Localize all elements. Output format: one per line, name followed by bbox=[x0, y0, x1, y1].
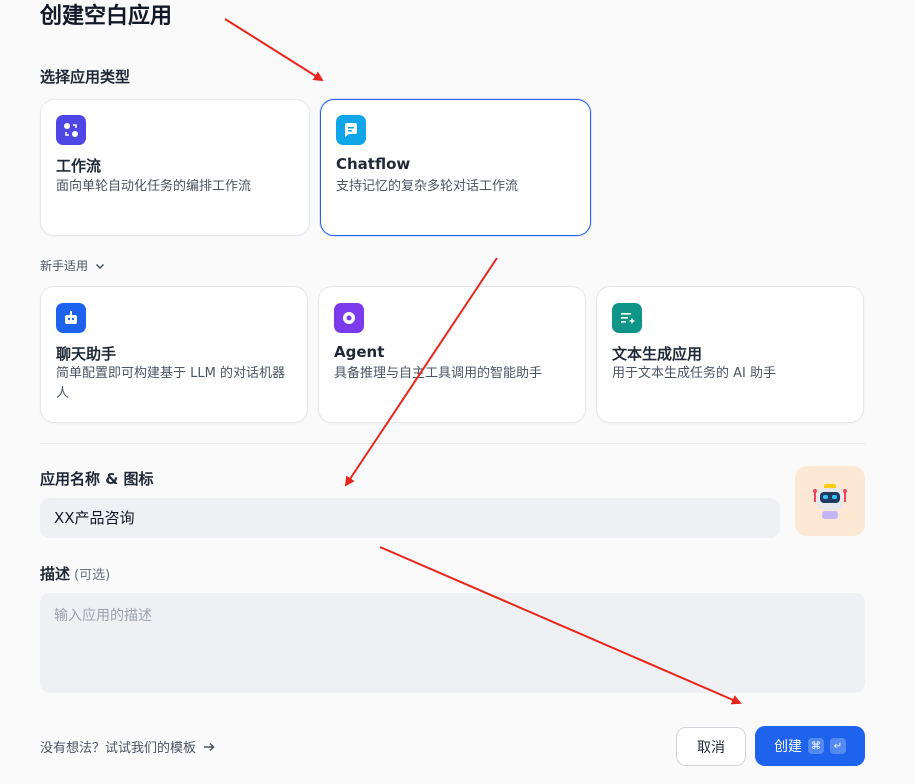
name-icon-label: 应用名称 & 图标 bbox=[40, 470, 154, 488]
card-title: 工作流 bbox=[56, 157, 102, 175]
desc-label-row: 描述 (可选) bbox=[40, 563, 110, 584]
divider bbox=[40, 443, 865, 444]
app-icon-picker[interactable] bbox=[795, 466, 865, 536]
app-name-input[interactable]: XX产品咨询 bbox=[40, 498, 780, 538]
desc-optional: (可选) bbox=[74, 568, 111, 583]
card-title: Chatflow bbox=[336, 155, 411, 173]
desc-label: 描述 bbox=[40, 565, 71, 583]
app-description-input[interactable] bbox=[40, 593, 865, 693]
card-title: 聊天助手 bbox=[56, 345, 117, 363]
create-button[interactable]: 创建 ⌘ ↵ bbox=[755, 726, 865, 766]
app-type-card-agent[interactable]: Agent 具备推理与自主工具调用的智能助手 bbox=[318, 286, 586, 423]
agent-icon bbox=[334, 303, 364, 333]
beginner-toggle[interactable]: 新手适用 bbox=[40, 257, 106, 274]
template-link[interactable]: 没有想法？试试我们的模板 bbox=[40, 737, 216, 756]
robot-icon bbox=[813, 484, 847, 519]
beginner-toggle-label: 新手适用 bbox=[40, 259, 89, 273]
create-button-label: 创建 bbox=[774, 739, 802, 755]
card-title: Agent bbox=[334, 343, 385, 361]
text-generator-icon bbox=[612, 303, 642, 333]
workflow-icon bbox=[56, 115, 86, 145]
card-description: 具备推理与自主工具调用的智能助手 bbox=[334, 366, 543, 381]
card-title: 文本生成应用 bbox=[612, 345, 703, 363]
card-description: 用于文本生成任务的 AI 助手 bbox=[612, 366, 776, 381]
template-link-label: 没有想法？试试我们的模板 bbox=[40, 741, 197, 756]
app-type-card-chatflow[interactable]: Chatflow 支持记忆的复杂多轮对话工作流 bbox=[320, 99, 591, 236]
app-type-card-chat-assistant[interactable]: 聊天助手 简单配置即可构建基于 LLM 的对话机器人 bbox=[40, 286, 308, 423]
command-key-icon: ⌘ bbox=[808, 738, 824, 754]
chatflow-icon bbox=[336, 115, 366, 145]
enter-key-icon: ↵ bbox=[830, 738, 846, 754]
app-type-label: 选择应用类型 bbox=[40, 68, 131, 86]
app-type-card-workflow[interactable]: 工作流 面向单轮自动化任务的编排工作流 bbox=[40, 99, 310, 236]
chevron-down-icon bbox=[95, 263, 105, 269]
app-type-card-text-generator[interactable]: 文本生成应用 用于文本生成任务的 AI 助手 bbox=[596, 286, 864, 423]
arrow-right-icon bbox=[204, 742, 215, 751]
card-description: 面向单轮自动化任务的编排工作流 bbox=[56, 179, 252, 194]
cancel-button-label: 取消 bbox=[697, 739, 725, 756]
card-description: 简单配置即可构建基于 LLM 的对话机器人 bbox=[56, 366, 285, 401]
page-title: 创建空白应用 bbox=[40, 4, 173, 29]
card-description: 支持记忆的复杂多轮对话工作流 bbox=[336, 179, 519, 194]
annotation-arrow bbox=[224, 18, 324, 82]
chat-assistant-icon bbox=[56, 303, 86, 333]
cancel-button[interactable]: 取消 bbox=[676, 727, 746, 766]
